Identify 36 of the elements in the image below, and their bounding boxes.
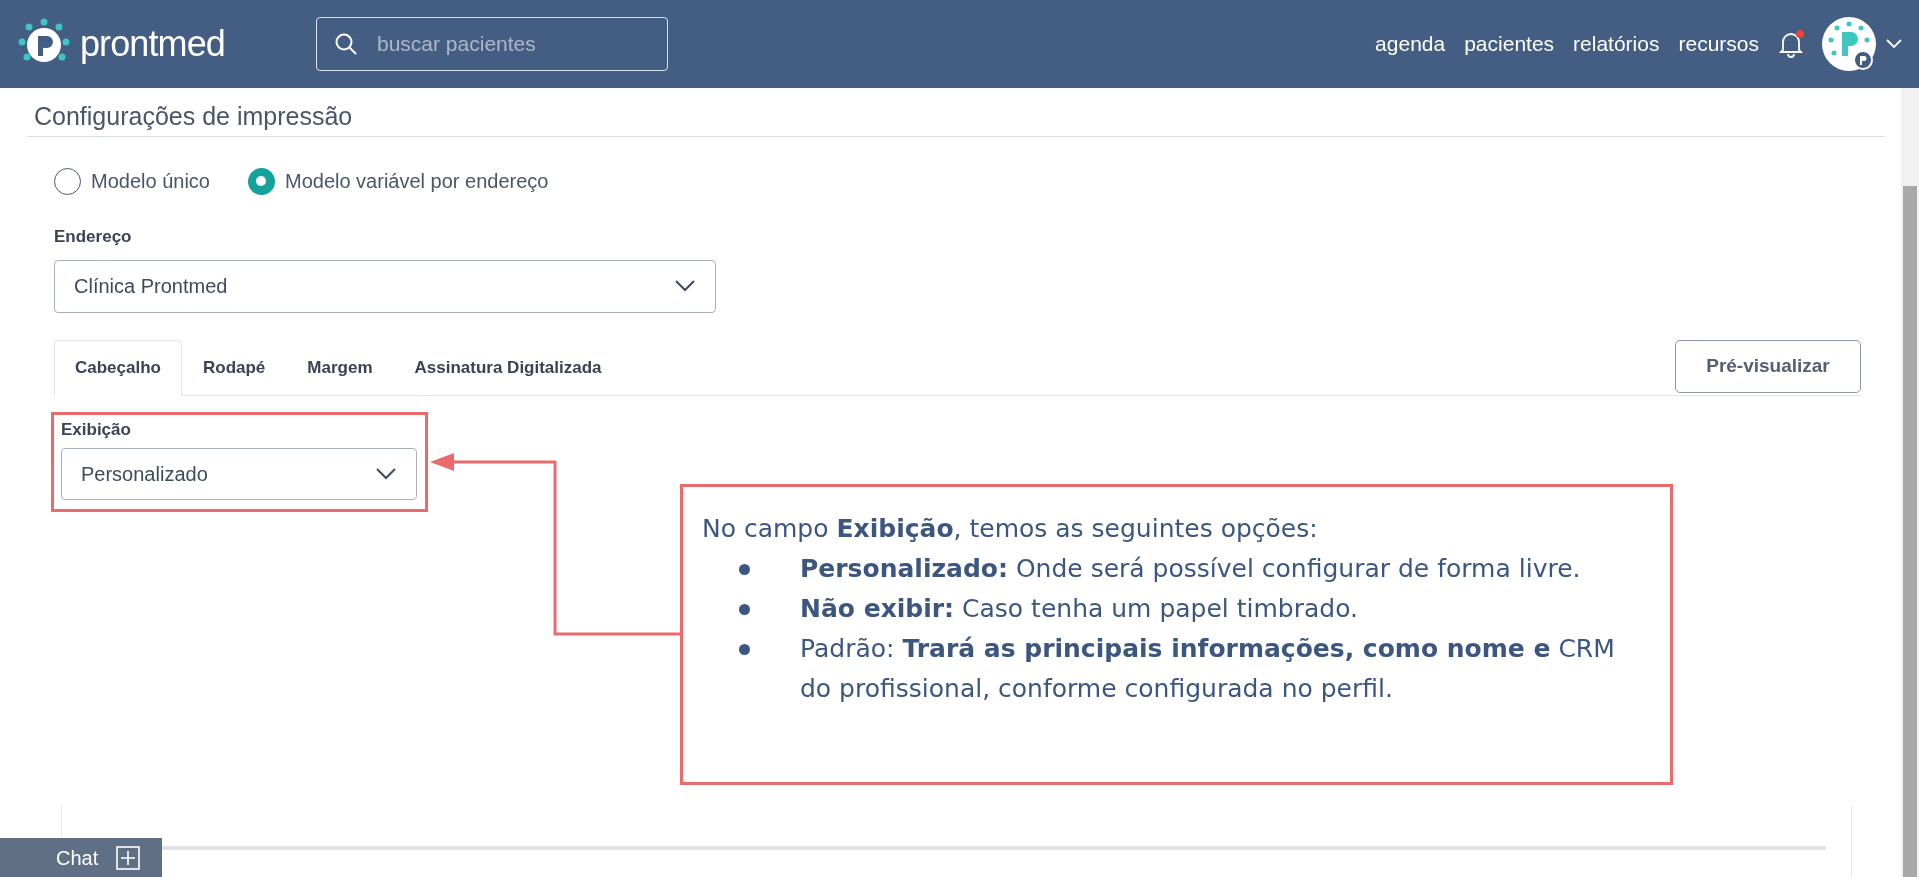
tab[interactable]: Assinatura Digitalizada bbox=[393, 339, 623, 396]
bullet-icon bbox=[739, 564, 750, 575]
chevron-down-icon bbox=[674, 279, 696, 293]
preview-button[interactable]: Pré-visualizar bbox=[1675, 339, 1861, 393]
radio-button[interactable] bbox=[54, 167, 81, 195]
radio-option[interactable]: Modelo variável por endereço bbox=[247, 166, 549, 196]
radio-button[interactable] bbox=[247, 167, 275, 195]
scrollbar-thumb[interactable] bbox=[1903, 186, 1917, 877]
chevron-down-icon bbox=[375, 467, 397, 481]
callout-text: No campo Exibição, temos as seguintes opções: bbox=[702, 513, 1319, 545]
chevron-down-icon[interactable] bbox=[1885, 38, 1903, 50]
field-label: Exibição bbox=[61, 418, 132, 441]
search-icon bbox=[334, 32, 358, 56]
display-select[interactable]: Personalizado bbox=[61, 448, 417, 500]
nav-link[interactable]: agenda bbox=[1375, 28, 1446, 60]
callout-text: Padrão: Trará as principais informações, como nome e CRM do profissional, conforme configurada no perfil. bbox=[800, 633, 1616, 705]
address-select[interactable]: Clínica Prontmed bbox=[54, 259, 716, 313]
search-field[interactable]: buscar pacientes bbox=[316, 17, 668, 71]
notification-bell-icon[interactable] bbox=[1778, 30, 1804, 58]
avatar-icon[interactable] bbox=[1821, 16, 1877, 72]
chat-tab[interactable]: Chat bbox=[0, 838, 162, 877]
tab[interactable]: Rodapé bbox=[182, 339, 287, 396]
field-label: Endereço bbox=[54, 226, 133, 248]
callout-text: Não exibir: Caso tenha um papel timbrado. bbox=[800, 593, 1359, 625]
plus-icon[interactable] bbox=[116, 845, 141, 870]
tab[interactable]: Cabeçalho bbox=[54, 339, 182, 396]
nav-link[interactable]: recursos bbox=[1678, 28, 1759, 60]
callout-text: Personalizado: Onde será possível configurar de forma livre. bbox=[800, 553, 1582, 585]
brand-name: prontmed bbox=[80, 26, 225, 62]
nav-link[interactable]: relatórios bbox=[1573, 28, 1660, 60]
bullet-icon bbox=[739, 604, 750, 615]
nav-link[interactable]: pacientes bbox=[1464, 28, 1555, 60]
bullet-icon bbox=[739, 644, 750, 655]
tab[interactable]: Margem bbox=[286, 339, 394, 396]
page-title: Configurações de impressão bbox=[34, 101, 354, 132]
radio-option[interactable]: Modelo único bbox=[54, 166, 210, 196]
